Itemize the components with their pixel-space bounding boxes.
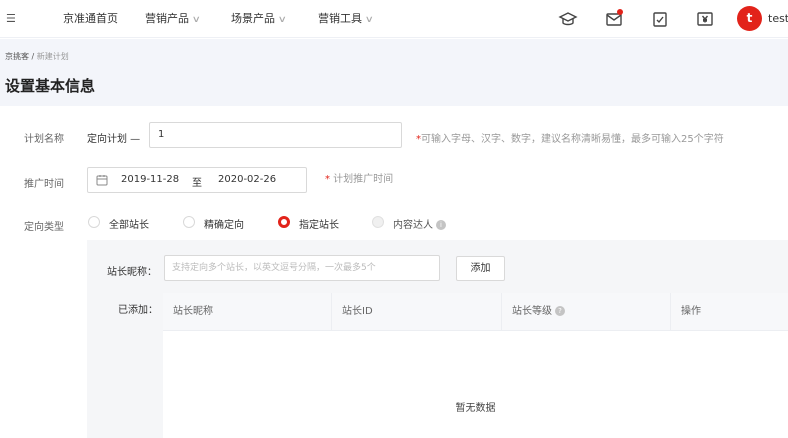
edit-note-icon[interactable] [650, 9, 670, 29]
nav-home-label: 京准通首页 [63, 12, 118, 25]
radio-label: 精确定向 [204, 220, 244, 231]
top-nav: ☰ 京准通首页 营销产品∨ 场景产品∨ 营销工具∨ t test_ [0, 0, 788, 38]
nav-marketing-tools-label: 营销工具 [318, 12, 362, 25]
radio-label: 内容达人 i [393, 216, 446, 231]
targeting-type-label: 定向类型 [24, 222, 64, 233]
added-hosts-table: 站长昵称 站长ID 站长等级? 操作 暂无数据 [163, 293, 788, 438]
date-start[interactable]: 2019-11-28 [121, 174, 179, 185]
info-icon[interactable]: ? [555, 306, 565, 316]
column-actions: 操作 [681, 306, 701, 317]
breadcrumb-parent[interactable]: 京挑客 [5, 52, 29, 61]
chevron-down-icon: ∨ [364, 15, 374, 25]
chevron-down-icon: ∨ [277, 15, 287, 25]
column-host-id: 站长ID [332, 293, 502, 331]
column-host-nickname: 站长昵称 [163, 293, 332, 331]
date-end[interactable]: 2020-02-26 [218, 174, 276, 185]
plan-name-input[interactable]: 1 [149, 122, 402, 148]
chevron-down-icon: ∨ [191, 15, 201, 25]
plan-name-hint: *可输入字母、汉字、数字，建议名称清晰易懂，最多可输入25个字符 [416, 130, 724, 145]
notification-dot [617, 9, 623, 15]
column-host-level: 站长等级? [502, 293, 671, 331]
page-header: 京挑客 / 新建计划 设置基本信息 [0, 39, 788, 106]
plan-name-hint-text: 可输入字母、汉字、数字，建议名称清晰易懂，最多可输入25个字符 [421, 134, 724, 145]
graduation-cap-icon[interactable] [558, 9, 578, 29]
promotion-time-label: 推广时间 [24, 179, 64, 190]
breadcrumb: 京挑客 / 新建计划 [5, 51, 69, 62]
yen-icon[interactable] [695, 9, 715, 29]
empty-state: 暂无数据 [455, 403, 496, 414]
plan-name-label: 计划名称 [24, 134, 64, 145]
plan-name-prefix: 定向计划 — [87, 134, 141, 145]
page-title: 设置基本信息 [5, 77, 96, 95]
menu-toggle-icon[interactable]: ☰ [6, 12, 20, 26]
added-label: 已添加： [118, 305, 158, 316]
radio-circle-disabled [372, 216, 384, 228]
nav-marketing-products[interactable]: 营销产品 ∨ [145, 0, 201, 38]
host-panel: 站长昵称： 支持定向多个站长，以英文逗号分隔，一次最多5个 添加 已添加： 站长… [87, 240, 788, 438]
add-button[interactable]: 添加 [456, 256, 505, 281]
info-icon[interactable]: i [436, 220, 446, 230]
date-range-picker[interactable]: 2019-11-28 至 2020-02-26 [87, 167, 307, 193]
promotion-time-hint: * 计划推广时间 [325, 170, 393, 185]
host-nickname-label: 站长昵称： [107, 267, 157, 278]
avatar[interactable]: t [737, 6, 762, 31]
radio-label: 全部站长 [109, 220, 149, 231]
table-header: 站长昵称 站长ID 站长等级? 操作 [163, 293, 788, 331]
nav-scene-products-label: 场景产品 [231, 12, 275, 25]
promotion-time-hint-text: 计划推广时间 [330, 174, 394, 185]
nav-marketing-tools[interactable]: 营销工具 ∨ [318, 0, 374, 38]
breadcrumb-current: 新建计划 [36, 52, 69, 61]
breadcrumb-separator: / [29, 52, 37, 61]
mail-icon[interactable] [604, 9, 624, 29]
username[interactable]: test_ [768, 0, 788, 38]
date-separator: 至 [192, 178, 202, 189]
nav-scene-products[interactable]: 场景产品 ∨ [231, 0, 287, 38]
calendar-icon [96, 174, 108, 186]
nav-home[interactable]: 京准通首页 [63, 0, 118, 38]
radio-circle[interactable] [183, 216, 195, 228]
radio-circle-checked[interactable] [278, 216, 290, 228]
radio-circle[interactable] [88, 216, 100, 228]
radio-label: 指定站长 [299, 220, 339, 231]
nav-marketing-products-label: 营销产品 [145, 12, 189, 25]
host-nickname-input[interactable]: 支持定向多个站长，以英文逗号分隔，一次最多5个 [164, 255, 440, 281]
